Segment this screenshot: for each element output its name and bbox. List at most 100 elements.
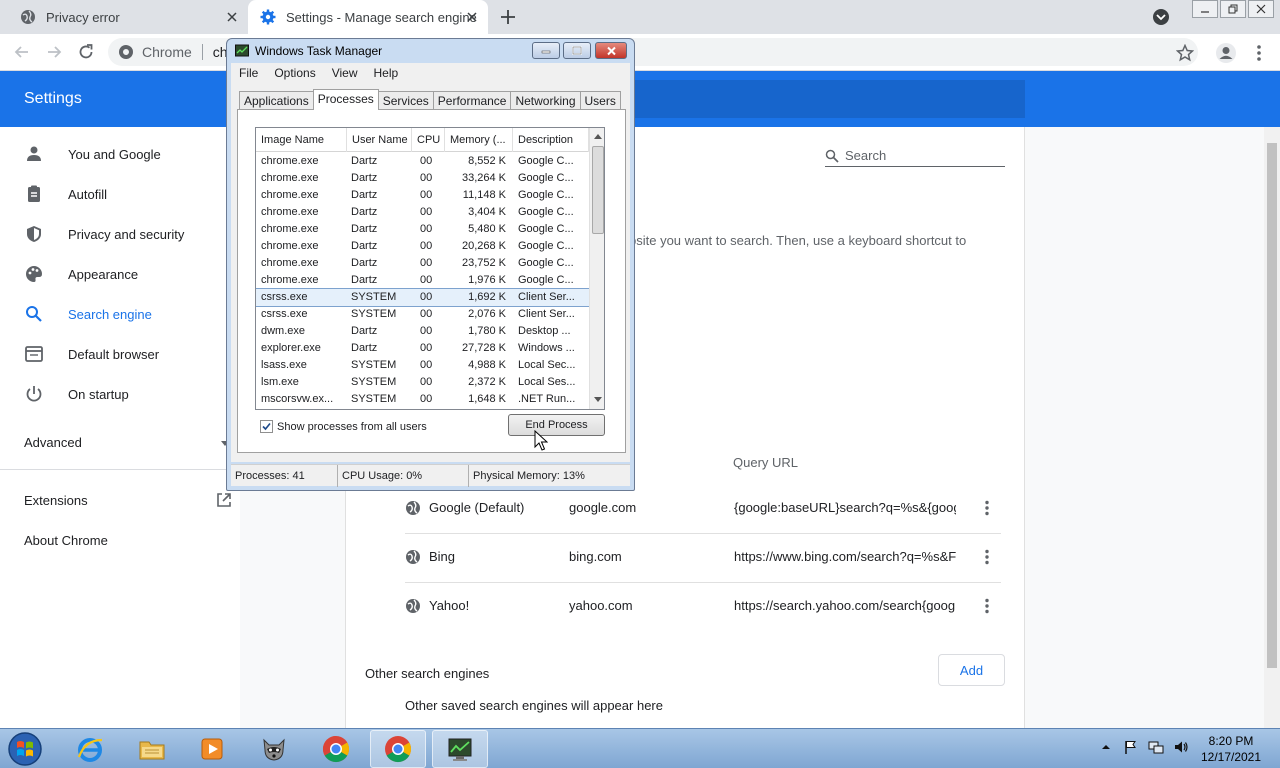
process-description: Client Ser... <box>518 291 575 303</box>
column-header-cpu[interactable]: CPU <box>412 128 445 152</box>
minimize-icon[interactable] <box>1192 0 1218 18</box>
process-list[interactable]: Image Name User Name CPU Memory (... Des… <box>255 127 605 410</box>
table-row[interactable]: explorer.exe Dartz 00 27,728 K Windows ... <box>256 340 589 357</box>
menu-file[interactable]: File <box>239 66 258 80</box>
sidebar-item-autofill[interactable]: Autofill <box>24 182 107 206</box>
taskbar-file-explorer[interactable] <box>124 730 180 768</box>
taskbar-task-manager[interactable] <box>432 730 488 768</box>
chevron-down-icon[interactable] <box>1152 8 1170 26</box>
taskbar-chrome-active[interactable] <box>370 730 426 768</box>
sidebar-about-chrome[interactable]: About Chrome <box>24 533 108 548</box>
windows-start-icon[interactable] <box>6 731 44 767</box>
table-row[interactable]: chrome.exe Dartz 00 11,148 K Google C... <box>256 187 589 204</box>
tab-privacy-error[interactable]: Privacy error <box>8 0 248 34</box>
flag-icon[interactable] <box>1123 739 1139 755</box>
forward-arrow-icon[interactable] <box>44 42 64 62</box>
sidebar-item-appearance[interactable]: Appearance <box>24 262 138 286</box>
tab-users[interactable]: Users <box>579 91 621 110</box>
processes-panel: Image Name User Name CPU Memory (... Des… <box>237 109 626 453</box>
process-user: Dartz <box>351 325 378 337</box>
scroll-down-arrow-icon[interactable] <box>594 397 602 403</box>
table-row[interactable]: chrome.exe Dartz 00 1,976 K Google C... <box>256 272 589 289</box>
column-header-user-name[interactable]: User Name <box>347 128 412 152</box>
more-vert-icon[interactable] <box>979 548 995 566</box>
table-row[interactable]: chrome.exe Dartz 00 5,480 K Google C... <box>256 221 589 238</box>
menu-view[interactable]: View <box>332 66 358 80</box>
table-row[interactable]: mscorsvw.ex... SYSTEM 00 1,648 K .NET Run... <box>256 391 589 408</box>
restore-icon[interactable] <box>1220 0 1246 18</box>
reload-icon[interactable] <box>76 42 96 62</box>
tab-settings[interactable]: Settings - Manage search engine <box>248 0 488 34</box>
minimize-button[interactable] <box>532 42 560 59</box>
checkbox-box[interactable] <box>260 420 273 433</box>
taskbar-raccoon-app[interactable] <box>246 730 302 768</box>
plus-icon[interactable] <box>498 7 518 27</box>
table-row[interactable]: dwm.exe Dartz 00 1,780 K Desktop ... <box>256 323 589 340</box>
table-row[interactable]: lsm.exe SYSTEM 00 2,372 K Local Ses... <box>256 374 589 391</box>
sidebar-item-search-engine[interactable]: Search engine <box>24 302 152 326</box>
menu-bar: File Options View Help <box>231 63 630 83</box>
taskbar-clock[interactable]: 8:20 PM 12/17/2021 <box>1196 733 1266 765</box>
sidebar-item-label: Privacy and security <box>68 226 185 242</box>
maximize-button[interactable] <box>563 42 591 59</box>
end-process-button[interactable]: End Process <box>508 414 605 436</box>
more-vert-icon[interactable] <box>979 597 995 615</box>
star-icon[interactable] <box>1176 44 1194 62</box>
taskbar-internet-explorer[interactable] <box>62 730 118 768</box>
page-scrollbar[interactable] <box>1264 127 1280 728</box>
add-button[interactable]: Add <box>938 654 1005 686</box>
avatar-icon[interactable] <box>1215 42 1237 64</box>
network-icon[interactable] <box>1148 739 1164 755</box>
table-row[interactable]: chrome.exe Dartz 00 33,264 K Google C... <box>256 170 589 187</box>
table-row[interactable]: chrome.exe Dartz 00 20,268 K Google C... <box>256 238 589 255</box>
sidebar-item-on-startup[interactable]: On startup <box>24 382 129 406</box>
process-name: chrome.exe <box>261 206 319 218</box>
close-button[interactable] <box>595 42 627 59</box>
table-row[interactable]: lsass.exe SYSTEM 00 4,988 K Local Sec... <box>256 357 589 374</box>
tab-performance[interactable]: Performance <box>432 91 512 110</box>
sidebar-advanced[interactable]: Advanced <box>24 435 82 450</box>
table-row[interactable]: chrome.exe Dartz 00 3,404 K Google C... <box>256 204 589 221</box>
volume-icon[interactable] <box>1173 739 1189 755</box>
process-name: csrss.exe <box>261 291 308 303</box>
process-name: chrome.exe <box>261 274 319 286</box>
show-hidden-icons-icon[interactable] <box>1098 739 1114 755</box>
tab-applications[interactable]: Applications <box>239 91 314 110</box>
tab-services[interactable]: Services <box>377 91 434 110</box>
scroll-up-arrow-icon[interactable] <box>594 133 602 139</box>
process-name: chrome.exe <box>261 240 319 252</box>
menu-help[interactable]: Help <box>374 66 399 80</box>
process-list-scrollbar[interactable] <box>589 128 604 409</box>
column-header-memory[interactable]: Memory (... <box>445 128 513 152</box>
more-vert-icon[interactable] <box>1250 43 1268 63</box>
taskbar-chrome[interactable] <box>308 730 364 768</box>
close-icon[interactable] <box>1248 0 1274 18</box>
tab-processes[interactable]: Processes <box>312 89 379 110</box>
sidebar-item-default-browser[interactable]: Default browser <box>24 342 159 366</box>
process-cpu: 00 <box>420 359 433 371</box>
process-description: Google C... <box>518 206 574 218</box>
sidebar-item-you-and-google[interactable]: You and Google <box>24 142 161 166</box>
close-icon[interactable] <box>224 9 240 25</box>
column-header-image-name[interactable]: Image Name <box>256 128 347 152</box>
task-manager-titlebar[interactable]: Windows Task Manager <box>227 39 634 63</box>
table-row[interactable]: csrss.exe SYSTEM 00 2,076 K Client Ser... <box>256 306 589 323</box>
search-input[interactable]: Search <box>825 145 1005 167</box>
menu-options[interactable]: Options <box>274 66 315 80</box>
back-arrow-icon[interactable] <box>12 42 32 62</box>
scrollbar-thumb[interactable] <box>592 146 604 234</box>
process-memory: 8,552 K <box>468 155 506 167</box>
tab-networking[interactable]: Networking <box>510 91 581 110</box>
taskbar-media-player[interactable] <box>184 730 240 768</box>
table-row[interactable]: chrome.exe Dartz 00 8,552 K Google C... <box>256 153 589 170</box>
scrollbar-thumb[interactable] <box>1267 143 1277 668</box>
open-in-new-icon[interactable] <box>215 491 233 509</box>
show-all-users-checkbox[interactable]: Show processes from all users <box>260 420 427 433</box>
more-vert-icon[interactable] <box>979 499 995 517</box>
table-row[interactable]: csrss.exe SYSTEM 00 1,692 K Client Ser... <box>256 288 590 307</box>
column-header-description[interactable]: Description <box>513 128 589 152</box>
sidebar-item-privacy[interactable]: Privacy and security <box>24 222 184 246</box>
close-icon[interactable] <box>464 9 480 25</box>
table-row[interactable]: chrome.exe Dartz 00 23,752 K Google C... <box>256 255 589 272</box>
sidebar-extensions[interactable]: Extensions <box>24 493 88 508</box>
